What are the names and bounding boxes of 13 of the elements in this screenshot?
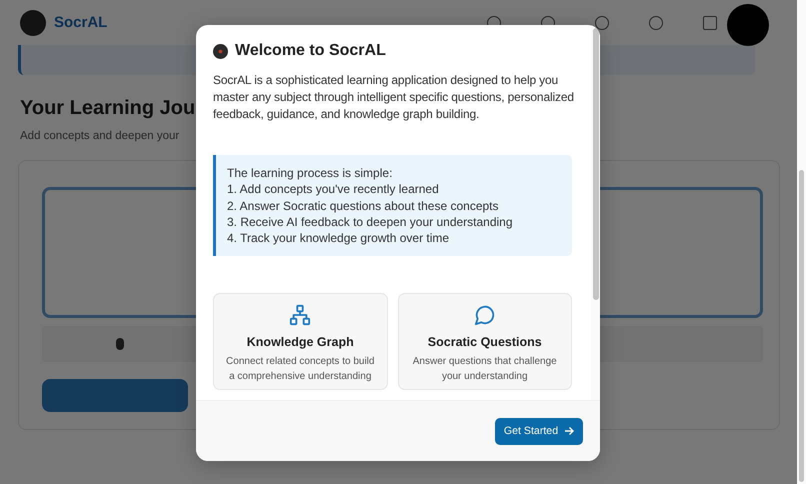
page-subtitle: Add concepts and deepen your <box>20 130 180 142</box>
feature-title: Knowledge Graph <box>246 335 354 350</box>
dialog-title: Welcome to SocrAL <box>235 42 386 60</box>
info-heading: The learning process is simple: <box>227 165 394 182</box>
feature-description: Answer questions that challenge your understanding <box>412 355 558 384</box>
step-text: 1. Add concepts you've recently learned <box>227 181 440 198</box>
feature-description: Connect related concepts to build a comprehensive understanding <box>225 355 376 384</box>
intro-text: SocrAL is a sophisticated learning application designed to help you master any subject through intelligent specific questions, personalized feedback, guidance, and knowledge graph building. <box>213 72 575 123</box>
step-text: 2. Answer Socratic questions about these concepts <box>227 198 500 214</box>
step-text: 3. Receive AI feedback to deepen your understanding <box>227 214 514 230</box>
step-text: 4. Track your knowledge growth over time <box>227 230 450 246</box>
page-heading: Your Learning Jou <box>20 97 196 120</box>
feature-title: Socratic Questions <box>428 335 542 350</box>
